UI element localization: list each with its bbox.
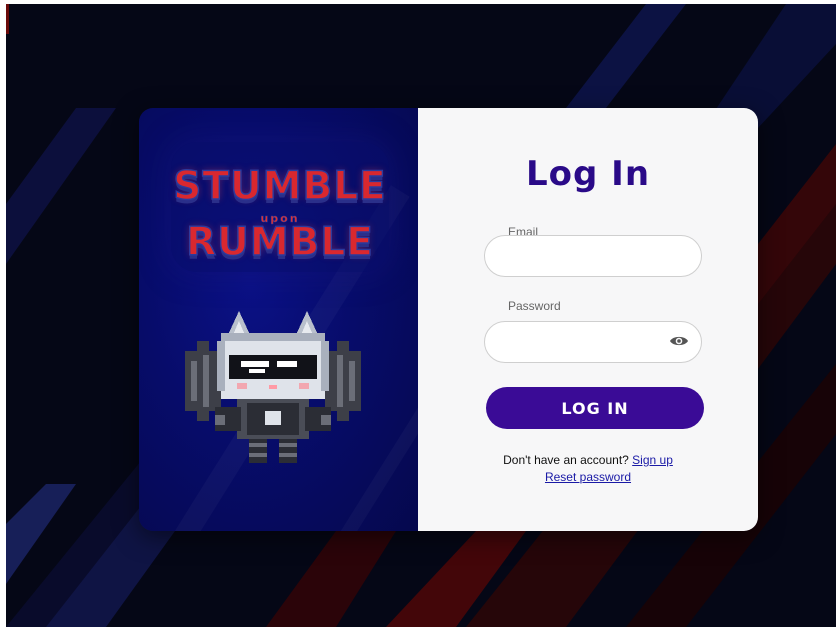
eye-icon[interactable] (669, 334, 689, 348)
login-form-panel: Log In Email Password LOG IN Don't have … (418, 108, 758, 531)
signup-prompt-text: Don't have an account? (503, 453, 629, 467)
login-button[interactable]: LOG IN (486, 387, 704, 429)
logo-line-stumble: STUMBLE (173, 163, 387, 209)
page-background: STUMBLE upon RUMBLE Log In Email Passwor… (6, 4, 836, 627)
reset-password-row: Reset password (418, 470, 758, 484)
signup-prompt-row: Don't have an account? Sign up (418, 453, 758, 467)
page-title: Log In (525, 154, 651, 194)
logo-line-rumble: RUMBLE (185, 219, 374, 265)
pixel-cat-mascot-icon (185, 311, 361, 463)
game-logo: STUMBLE upon RUMBLE (171, 142, 389, 272)
reset-password-link[interactable]: Reset password (545, 470, 631, 484)
email-field[interactable] (484, 235, 702, 277)
login-card: STUMBLE upon RUMBLE Log In Email Passwor… (139, 108, 758, 531)
signup-link[interactable]: Sign up (632, 453, 673, 467)
password-label: Password (508, 299, 561, 313)
branding-panel: STUMBLE upon RUMBLE (139, 108, 418, 531)
